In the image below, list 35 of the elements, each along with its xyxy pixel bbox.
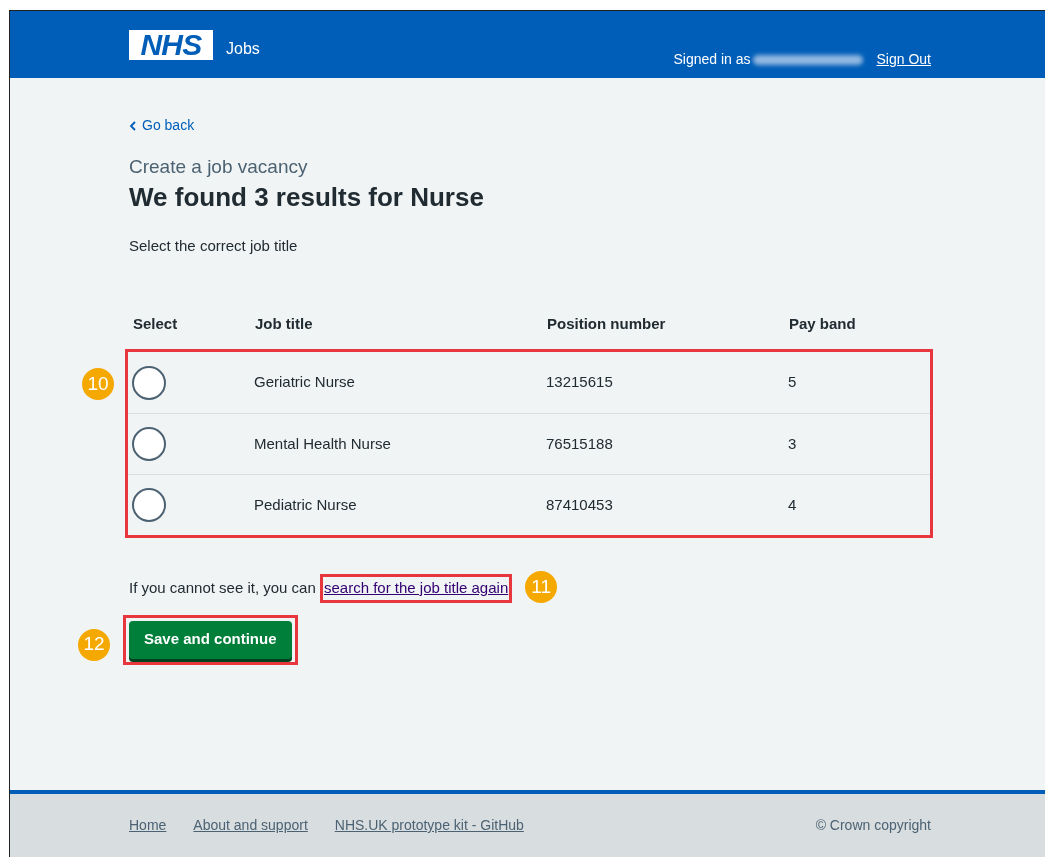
chevron-left-icon <box>129 120 136 131</box>
column-header: Job title <box>255 313 314 334</box>
table-cell-text: 5 <box>788 372 797 393</box>
hint-text: Select the correct job title <box>129 236 299 256</box>
table-cell-text: 76515188 <box>546 433 613 454</box>
footer-link[interactable]: About and support <box>193 815 308 836</box>
table-cell-text: 13215615 <box>546 372 613 393</box>
table-cell-text: 4 <box>788 494 797 515</box>
radio-button[interactable] <box>132 488 166 522</box>
table-cell-text: 3 <box>788 433 797 454</box>
footer-link[interactable]: Home <box>129 815 167 836</box>
back-link[interactable]: Go back <box>129 115 195 136</box>
table-cell-text: 87410453 <box>546 494 613 515</box>
copyright-text: © Crown copyright <box>815 816 931 835</box>
sign-out-link[interactable]: Sign Out <box>876 49 931 70</box>
step-number-badge: 12 <box>78 628 110 661</box>
table-cell-text: Pediatric Nurse <box>254 494 357 515</box>
service-name[interactable]: Jobs <box>226 37 260 61</box>
step-number-badge: 10 <box>82 368 114 400</box>
table-cell-text: Mental Health Nurse <box>254 433 391 454</box>
caption: Create a job vacancy <box>129 155 309 179</box>
radio-button[interactable] <box>132 365 166 400</box>
column-header: Pay band <box>789 313 857 334</box>
nhs-logo[interactable]: NHS <box>129 30 213 60</box>
signed-in-label: Signed in as <box>673 50 751 69</box>
search-again-link[interactable]: search for the job title again <box>323 579 509 596</box>
column-header: Position number <box>547 313 667 334</box>
save-and-continue-button[interactable]: Save and continue <box>129 620 292 659</box>
table-cell-text: Geriatric Nurse <box>254 372 355 393</box>
page-heading: We found 3 results for Nurse <box>129 181 485 213</box>
search-again-text: If you cannot see it, you can search for the job title again 11 <box>129 574 933 603</box>
radio-button[interactable] <box>132 427 166 461</box>
column-header: Select <box>133 313 179 334</box>
step-number-badge: 11 <box>525 571 558 603</box>
footer-link[interactable]: NHS.UK prototype kit - GitHub <box>334 815 524 836</box>
